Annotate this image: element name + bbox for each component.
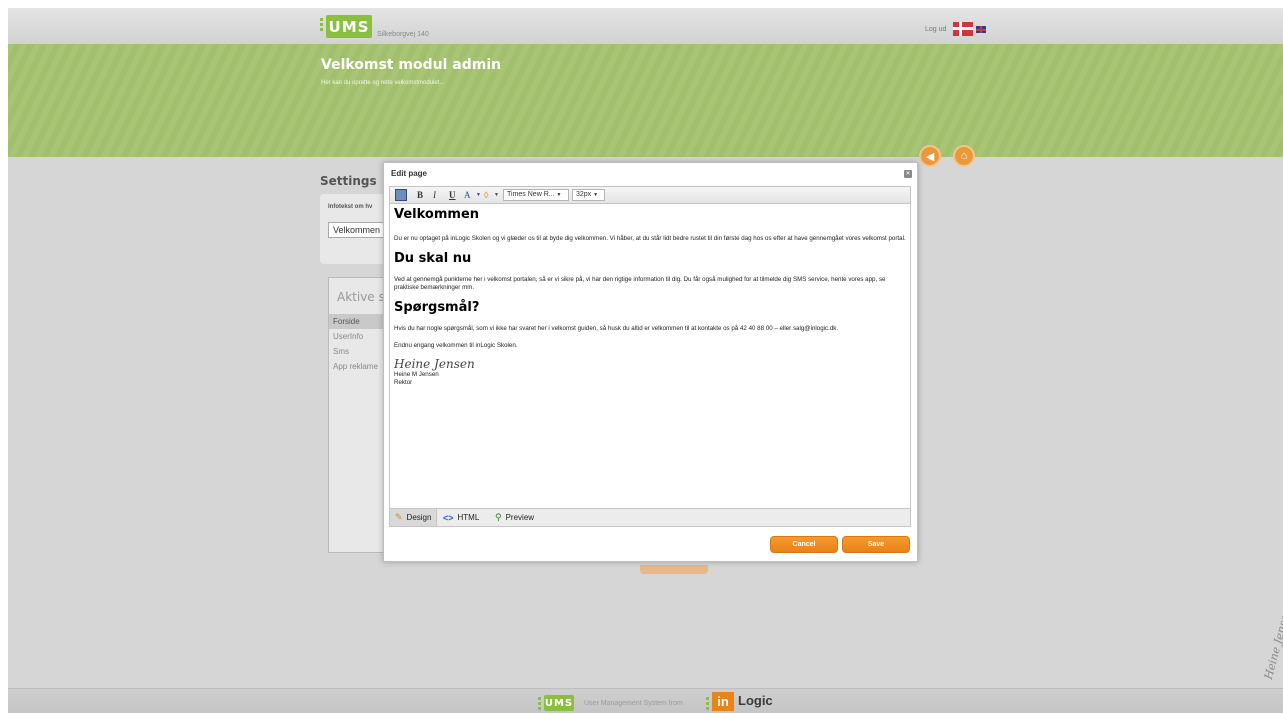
highlight-color-icon[interactable]: ◊	[484, 189, 488, 201]
tab-preview-label: Preview	[505, 513, 535, 522]
inlogic-logo-in: in	[712, 692, 734, 711]
close-icon[interactable]: ✕	[904, 170, 912, 178]
bold-button[interactable]: B	[417, 189, 423, 201]
content-heading: Velkommen	[394, 207, 480, 222]
footer: UMS User Management System from in Logic	[8, 688, 1283, 713]
signature-name: Heine M Jensen	[394, 371, 439, 378]
ums-logo-dots	[538, 697, 541, 712]
signature-title: Rektor	[394, 379, 413, 386]
save-button[interactable]: Save	[842, 536, 910, 553]
font-family-select[interactable]: Times New R... ▼	[503, 189, 569, 201]
editor-mode-tabs: ✎ Design <> HTML ⚲ Preview	[390, 508, 910, 526]
address-text: Silkeborgvej 140	[377, 31, 429, 38]
tab-html-label: HTML	[457, 513, 480, 522]
inlogic-logo-text: Logic	[738, 693, 773, 708]
pencil-icon: ✎	[395, 512, 403, 522]
home-button[interactable]: ⌂	[953, 145, 975, 167]
inlogic-logo-dots	[706, 697, 709, 712]
font-family-value: Times New R...	[507, 191, 555, 198]
logout-link[interactable]: Log ud	[925, 26, 946, 33]
edit-page-dialog: Edit page ✕ B I U A ▼ ◊ ▼ Times New R...…	[383, 162, 918, 562]
tab-preview[interactable]: ⚲ Preview	[490, 509, 539, 526]
side-signature-watermark: Heine Jensen	[1261, 606, 1283, 681]
chevron-down-icon[interactable]: ▼	[476, 189, 481, 201]
home-icon: ⌂	[960, 150, 968, 162]
ums-logo-dots	[320, 18, 323, 33]
content-paragraph: Ved at gennemgå punkterne her i velkomst…	[394, 276, 886, 291]
dialog-title: Edit page	[391, 169, 428, 178]
content-paragraph: Endnu engang velkommen til inLogic Skole…	[394, 342, 518, 349]
font-size-value: 32px	[576, 191, 592, 198]
ums-logo[interactable]: UMS	[326, 15, 372, 38]
underline-button[interactable]: U	[449, 189, 456, 201]
chevron-down-icon[interactable]: ▼	[494, 189, 499, 201]
arrow-left-icon: ◀	[925, 150, 935, 163]
insert-image-icon[interactable]	[395, 189, 407, 201]
code-icon: <>	[443, 512, 454, 523]
editor-toolbar: B I U A ▼ ◊ ▼ Times New R... ▼ 32px ▼	[390, 187, 910, 204]
infotekst-label: Infotekst om hv	[328, 204, 373, 210]
page-banner: Velkomst modul admin Her kan du oprette …	[8, 44, 1283, 157]
danish-flag-icon[interactable]	[953, 22, 973, 36]
content-heading: Spørgsmål?	[394, 300, 480, 315]
content-paragraph: Du er nu optaget på inLogic Skolen og vi…	[394, 235, 906, 242]
top-bar: UMS Silkeborgvej 140 Log ud	[8, 8, 1283, 44]
settings-title: Settings	[320, 174, 377, 188]
editor-content-area[interactable]: Velkommen Du er nu optaget på inLogic Sk…	[390, 205, 910, 507]
magnifier-icon: ⚲	[495, 512, 502, 522]
content-heading: Du skal nu	[394, 251, 472, 266]
rich-text-editor: B I U A ▼ ◊ ▼ Times New R... ▼ 32px ▼ Ve…	[389, 186, 911, 527]
tab-design[interactable]: ✎ Design	[390, 509, 438, 526]
cancel-button[interactable]: Cancel	[770, 536, 838, 553]
footer-text: User Management System from	[584, 700, 683, 707]
footer-ums-logo: UMS	[544, 695, 574, 711]
chevron-down-icon: ▼	[593, 192, 599, 198]
chevron-down-icon: ▼	[556, 192, 562, 198]
tab-design-label: Design	[406, 513, 432, 522]
uk-flag-icon[interactable]	[976, 26, 986, 33]
app-frame: UMS Silkeborgvej 140 Log ud Velkomst mod…	[8, 8, 1283, 713]
italic-button[interactable]: I	[433, 189, 436, 201]
back-button[interactable]: ◀	[919, 145, 941, 167]
page-subtitle: Her kan du oprette og rette velkomstmodu…	[321, 80, 445, 86]
page-title: Velkomst modul admin	[321, 57, 502, 73]
font-color-button[interactable]: A	[464, 189, 471, 201]
handwritten-signature: Heine Jensen	[394, 357, 475, 371]
content-paragraph: Hvis du har nogle spørgsmål, som vi ikke…	[394, 325, 839, 332]
tab-html[interactable]: <> HTML	[438, 509, 484, 526]
font-size-select[interactable]: 32px ▼	[572, 189, 605, 201]
obscured-button	[640, 565, 708, 574]
